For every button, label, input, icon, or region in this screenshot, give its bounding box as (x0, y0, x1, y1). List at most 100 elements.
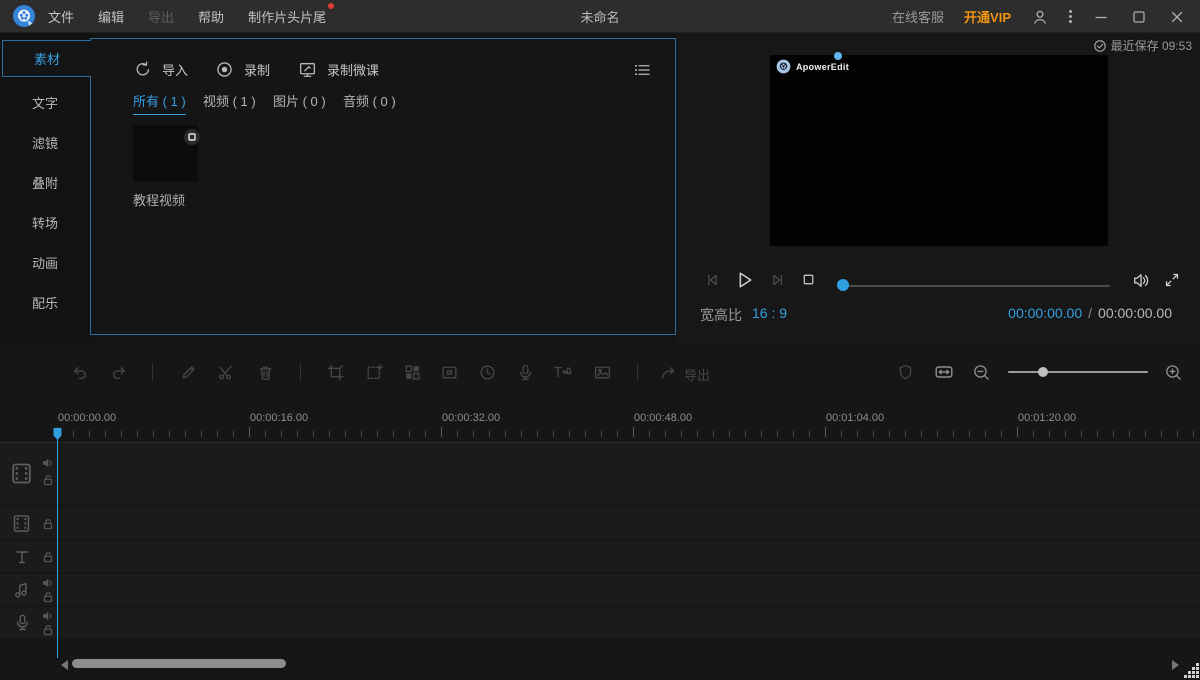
track-video[interactable] (0, 443, 1200, 504)
tab-videos[interactable]: 视频 ( 1 ) (203, 91, 256, 114)
ruler-label: 00:01:04.00 (826, 412, 884, 424)
undo-button[interactable] (69, 362, 89, 382)
ruler-tick (521, 431, 522, 437)
menu-edit[interactable]: 编辑 (98, 7, 124, 26)
edit-button[interactable] (178, 362, 198, 382)
record-button[interactable]: 录制 (215, 60, 270, 79)
close-button[interactable] (1168, 8, 1186, 26)
ruler-tick (841, 431, 842, 437)
timeline-zoom-handle[interactable] (1038, 367, 1048, 377)
sidebar-item-overlays[interactable]: 叠附 (0, 162, 90, 202)
seek-handle[interactable] (837, 279, 849, 291)
snapshot-button[interactable] (592, 362, 612, 382)
lock-track-icon[interactable] (42, 518, 54, 530)
account-icon[interactable] (1031, 8, 1049, 26)
clip-type-badge-icon (184, 129, 200, 145)
ruler-tick (505, 431, 506, 437)
aspect-ratio-value[interactable]: 16 : 9 (752, 305, 787, 321)
lock-track-icon[interactable] (42, 591, 54, 603)
lock-track-icon[interactable] (42, 624, 54, 636)
mosaic-button[interactable] (402, 362, 422, 382)
crop-button[interactable] (325, 362, 345, 382)
zoom-clip-button[interactable] (364, 362, 384, 382)
volume-button[interactable] (1131, 271, 1150, 290)
sidebar-item-music[interactable]: 配乐 (0, 282, 90, 322)
minimize-button[interactable] (1092, 8, 1110, 26)
maximize-button[interactable] (1130, 8, 1148, 26)
playhead-marker[interactable] (52, 427, 63, 441)
stop-button[interactable] (800, 271, 817, 288)
delete-button[interactable] (255, 362, 275, 382)
timeline-zoom-in-button[interactable] (1163, 362, 1183, 382)
time-separator: / (1088, 305, 1092, 321)
media-item-thumbnail[interactable] (133, 125, 198, 182)
playhead-line[interactable] (57, 430, 58, 658)
mute-track-icon[interactable] (42, 577, 54, 589)
autosave-status: 最近保存 09:53 (1093, 37, 1192, 54)
preview-screen[interactable]: ApowerEdit (770, 55, 1108, 246)
ruler-tick (633, 427, 634, 437)
split-button[interactable] (216, 362, 236, 382)
tab-audio[interactable]: 音频 ( 0 ) (343, 91, 396, 114)
menu-file[interactable]: 文件 (48, 7, 74, 26)
track-music[interactable] (0, 574, 1200, 605)
menu-help[interactable]: 帮助 (198, 7, 224, 26)
lock-track-icon[interactable] (42, 551, 54, 563)
fullscreen-button[interactable] (1163, 271, 1181, 289)
seek-bar[interactable] (842, 285, 1110, 287)
ruler-label: 00:00:32.00 (442, 412, 500, 424)
more-options-icon[interactable] (1069, 10, 1072, 23)
zoom-clip-icon (365, 363, 384, 382)
marker-button[interactable] (895, 362, 915, 382)
fit-timeline-button[interactable] (934, 362, 954, 382)
track-voice[interactable] (0, 607, 1200, 638)
voiceover-button[interactable] (515, 362, 535, 382)
ruler-tick (489, 431, 490, 437)
text-to-speech-button[interactable] (552, 362, 572, 382)
mute-track-icon[interactable] (42, 457, 54, 469)
tab-all[interactable]: 所有 ( 1 ) (133, 91, 186, 115)
duration-button[interactable] (477, 362, 497, 382)
ruler-tick (105, 431, 106, 437)
export-button[interactable] (658, 362, 678, 382)
timeline-zoom-out-button[interactable] (971, 362, 991, 382)
mosaic-icon (403, 363, 422, 382)
import-label: 导入 (162, 60, 188, 79)
sidebar-item-media[interactable]: 素材 (2, 40, 91, 77)
aspect-ratio-label: 宽高比 (700, 305, 742, 325)
ruler-tick (169, 431, 170, 437)
resize-grip[interactable] (1184, 663, 1199, 678)
previous-frame-button[interactable] (704, 271, 722, 289)
timeline-zoom-slider[interactable] (1008, 371, 1148, 373)
ruler-tick (409, 431, 410, 437)
export-label[interactable]: 导出 (684, 365, 710, 384)
track-text[interactable] (0, 541, 1200, 572)
menu-intro-outro[interactable]: 制作片头片尾 (248, 7, 326, 26)
redo-button[interactable] (109, 362, 129, 382)
media-item-name: 教程视频 (133, 190, 185, 209)
timeline-ruler[interactable]: 00:00:00.0000:00:16.0000:00:32.0000:00:4… (0, 403, 1200, 443)
play-button[interactable] (733, 269, 755, 291)
list-view-button[interactable] (633, 61, 651, 79)
timeline-scrollbar[interactable] (72, 659, 286, 668)
next-frame-button[interactable] (768, 271, 786, 289)
app-logo-icon (12, 4, 36, 28)
mute-track-icon[interactable] (42, 610, 54, 622)
autosave-status-text: 最近保存 09:53 (1111, 37, 1192, 54)
scroll-left-arrow[interactable] (61, 660, 68, 670)
lock-track-icon[interactable] (42, 474, 54, 486)
import-button[interactable]: 导入 (133, 60, 188, 79)
sidebar-item-filters[interactable]: 滤镜 (0, 122, 90, 162)
watermark: ApowerEdit (776, 59, 849, 74)
freeze-frame-button[interactable] (439, 362, 459, 382)
scroll-right-arrow[interactable] (1172, 660, 1179, 670)
tab-images[interactable]: 图片 ( 0 ) (273, 91, 326, 114)
online-support-link[interactable]: 在线客服 (892, 7, 944, 26)
zoom-in-icon (1164, 363, 1183, 382)
record-course-button[interactable]: 录制微课 (298, 60, 379, 79)
track-pip[interactable] (0, 507, 1200, 539)
sidebar-item-transitions[interactable]: 转场 (0, 202, 90, 242)
sidebar-item-animations[interactable]: 动画 (0, 242, 90, 282)
sidebar-item-text[interactable]: 文字 (0, 82, 90, 122)
vip-link[interactable]: 开通VIP (964, 7, 1011, 26)
